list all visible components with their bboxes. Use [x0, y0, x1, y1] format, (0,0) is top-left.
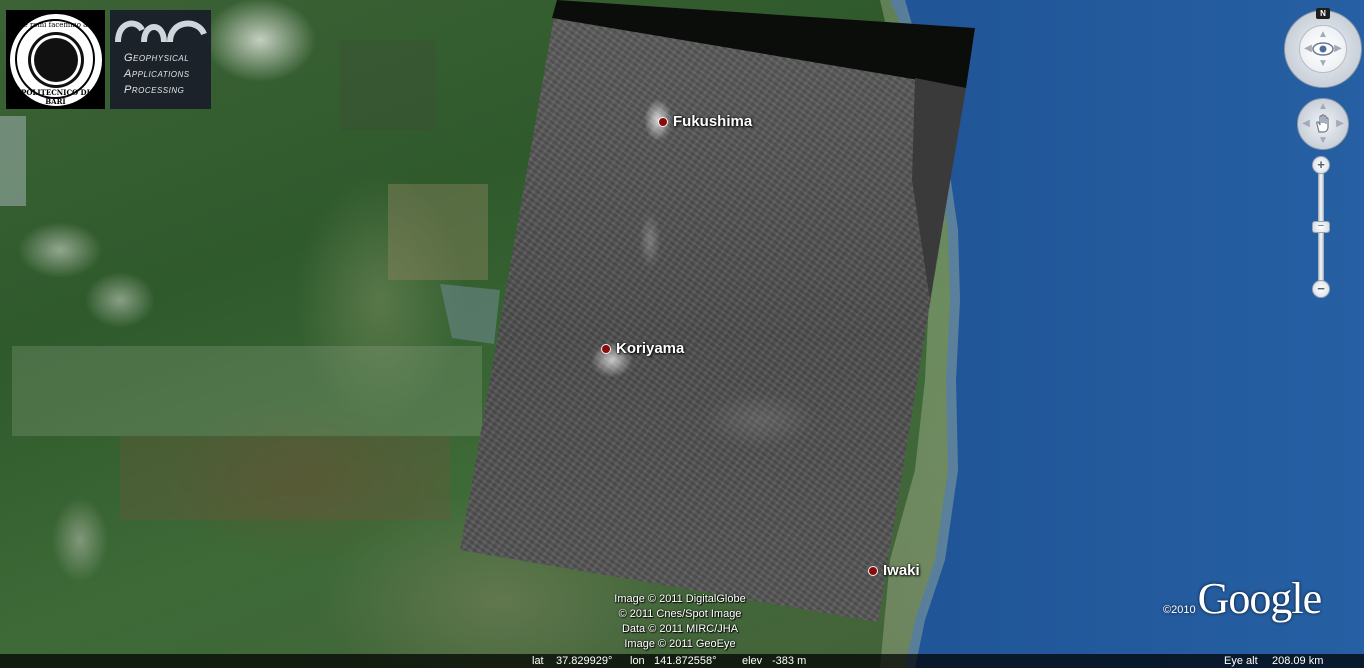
move-right-arrow-icon[interactable]: ▶: [1334, 119, 1346, 129]
look-up-arrow-icon[interactable]: ▲: [1317, 30, 1329, 40]
eye-alt-label: Eye alt: [1224, 655, 1258, 667]
copyright-year: ©2010: [1163, 604, 1196, 616]
placemark-fukushima[interactable]: Fukushima: [658, 113, 752, 130]
lon-value: 141.872558°: [654, 655, 717, 667]
imagery-attribution: Image © 2011 DigitalGlobe © 2011 Cnes/Sp…: [590, 592, 770, 652]
lat-value: 37.829929°: [556, 655, 613, 667]
status-bar: lat 37.829929° lon 141.872558° elev -383…: [0, 654, 1364, 668]
placemark-iwaki[interactable]: Iwaki: [868, 562, 920, 579]
elev-value: -383 m: [772, 655, 807, 667]
lat-label: lat: [532, 655, 544, 667]
placemark-label: Koriyama: [616, 340, 685, 357]
seal-top-text: de remi facemmo ali: [19, 20, 92, 29]
move-up-arrow-icon[interactable]: ▲: [1317, 102, 1329, 112]
google-wordmark: Google: [1197, 574, 1323, 623]
attribution-line: © 2011 Cnes/Spot Image: [618, 608, 742, 620]
gap-line-2: Applications: [124, 68, 190, 80]
look-down-arrow-icon[interactable]: ▼: [1317, 59, 1329, 69]
attribution-line: Image © 2011 GeoEye: [624, 638, 736, 650]
north-indicator[interactable]: N: [1316, 8, 1330, 19]
imagery-tile: [340, 40, 436, 130]
navigation-controls: N ▲ ▼ ◀ ▶ ▲ ▼ ◀ ▶ + − −: [1283, 6, 1363, 306]
attribution-line: Image © 2011 DigitalGlobe: [614, 593, 746, 605]
placemark-dot-icon: [601, 343, 611, 354]
move-left-arrow-icon[interactable]: ◀: [1300, 119, 1312, 129]
placemark-koriyama[interactable]: Koriyama: [601, 340, 684, 357]
placemark-label: Fukushima: [673, 113, 753, 130]
seal-bottom-text: POLITECNICO DI BARI: [21, 87, 90, 106]
imagery-tile: [120, 436, 450, 520]
attribution-line: Data © 2011 MIRC/JHA: [621, 623, 739, 635]
placemark-label: Iwaki: [883, 562, 920, 579]
elev-label: elev: [742, 655, 763, 667]
university-seal-icon: de remi facemmo ali POLITECNICO DI BARI: [9, 13, 102, 106]
gap-line-3: Processing: [124, 84, 185, 96]
gap-logo: Geophysical Applications Processing: [110, 10, 211, 109]
hand-icon: [1316, 114, 1329, 133]
zoom-in-button[interactable]: +: [1312, 156, 1330, 174]
imagery-tile: [388, 184, 488, 280]
eye-icon: [1312, 42, 1334, 56]
gap-mark-icon: [115, 20, 207, 43]
gap-line-1: Geophysical: [124, 52, 190, 64]
move-down-arrow-icon[interactable]: ▼: [1317, 136, 1329, 146]
zoom-out-button[interactable]: −: [1312, 280, 1330, 298]
lon-label: lon: [630, 655, 645, 667]
placemark-dot-icon: [658, 116, 668, 127]
eye-alt-value: 208.09 km: [1272, 655, 1324, 667]
google-logo: ©2010 Google: [1163, 573, 1323, 624]
imagery-tile: [12, 346, 482, 436]
politecnico-di-bari-logo: de remi facemmo ali POLITECNICO DI BARI: [6, 10, 105, 109]
zoom-slider-thumb[interactable]: −: [1312, 221, 1330, 233]
placemark-dot-icon: [868, 565, 878, 576]
imagery-tile: [0, 116, 26, 206]
